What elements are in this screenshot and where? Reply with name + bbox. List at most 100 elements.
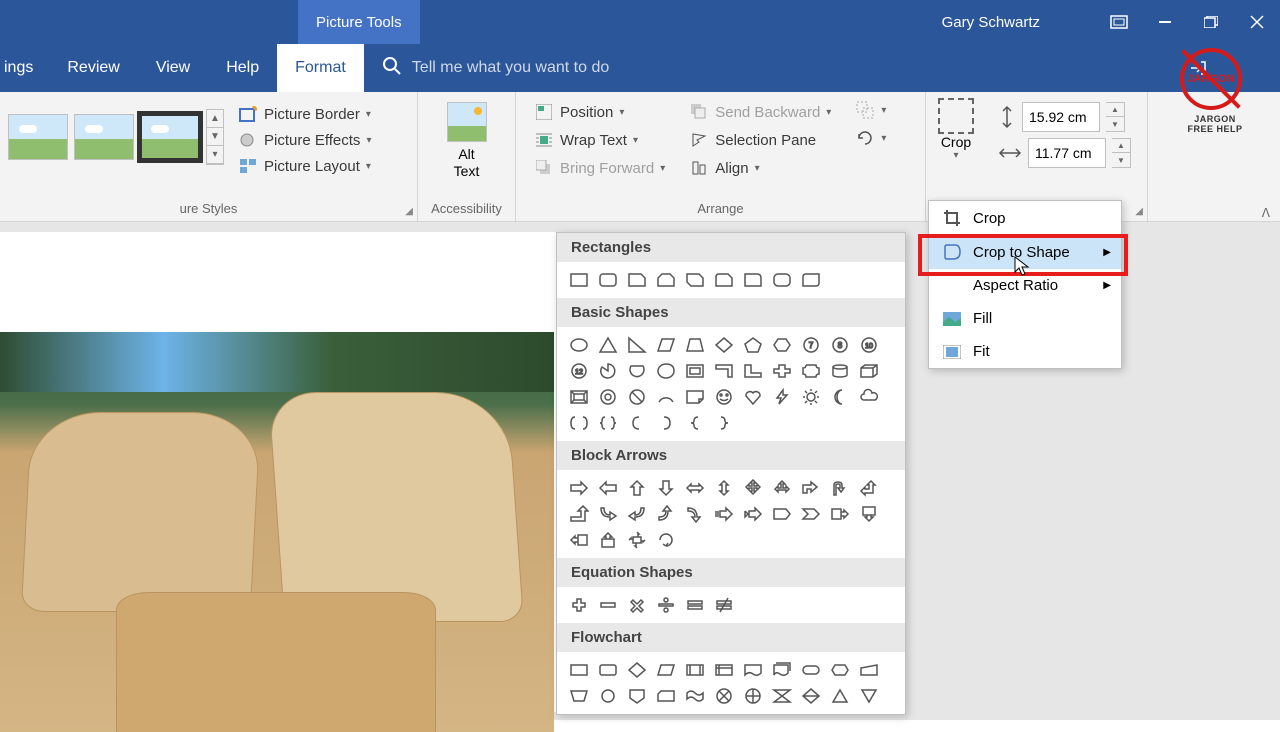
shape-teardrop[interactable] <box>652 359 679 383</box>
shape-pie[interactable] <box>594 359 621 383</box>
shape-fc-terminator[interactable] <box>797 658 824 682</box>
crop-split-button[interactable]: Crop ▾ <box>932 96 980 174</box>
shape-fc-card[interactable] <box>652 684 679 708</box>
shape-cube[interactable] <box>855 359 882 383</box>
shape-arrow-callout-right[interactable] <box>826 502 853 526</box>
selected-picture[interactable] <box>0 332 554 732</box>
width-down[interactable]: ▼ <box>1112 153 1130 167</box>
shape-arrow-callout-down[interactable] <box>855 502 882 526</box>
tab-format[interactable]: Format <box>277 44 364 92</box>
shape-arrow-right[interactable] <box>565 476 592 500</box>
shape-fc-summing[interactable] <box>710 684 737 708</box>
shape-left-brace[interactable] <box>681 411 708 435</box>
shape-oval[interactable] <box>565 333 592 357</box>
shape-l-shape[interactable] <box>739 359 766 383</box>
shape-fc-extract[interactable] <box>826 684 853 708</box>
shape-arrow-striped[interactable] <box>710 502 737 526</box>
style-thumb-3[interactable] <box>140 114 200 160</box>
align-button[interactable]: Align▾ <box>685 156 835 180</box>
shape-arrow-circular[interactable] <box>652 528 679 552</box>
shape-snip-same[interactable] <box>652 268 679 292</box>
shape-arrow-bent[interactable] <box>797 476 824 500</box>
shape-arrow-pentagon[interactable] <box>768 502 795 526</box>
shape-multiply[interactable] <box>623 593 650 617</box>
shape-hexagon[interactable] <box>768 333 795 357</box>
shape-double-brace[interactable] <box>594 411 621 435</box>
shape-arc[interactable] <box>652 385 679 409</box>
shape-arrow-leftrightup[interactable] <box>768 476 795 500</box>
shape-arrow-curved-right[interactable] <box>594 502 621 526</box>
shape-donut[interactable] <box>594 385 621 409</box>
tell-me-search[interactable]: Tell me what you want to do <box>364 44 1190 92</box>
minimize-button[interactable] <box>1142 0 1188 44</box>
tab-review[interactable]: Review <box>49 44 137 92</box>
shape-cloud[interactable] <box>855 385 882 409</box>
shape-equal[interactable] <box>681 593 708 617</box>
crop-menu-fit[interactable]: Fit <box>929 335 1121 368</box>
shape-dodecagon[interactable]: 12 <box>565 359 592 383</box>
shape-arrow-curved-left[interactable] <box>623 502 650 526</box>
shape-double-bracket[interactable] <box>565 411 592 435</box>
width-up[interactable]: ▲ <box>1112 139 1130 153</box>
style-thumb-1[interactable] <box>8 114 68 160</box>
picture-effects-button[interactable]: Picture Effects▾ <box>234 128 375 152</box>
shape-parallelogram[interactable] <box>652 333 679 357</box>
shape-cross[interactable] <box>768 359 795 383</box>
shape-arrow-callout-up[interactable] <box>594 528 621 552</box>
shape-plaque[interactable] <box>797 359 824 383</box>
style-thumb-2[interactable] <box>74 114 134 160</box>
shape-snip-round[interactable] <box>710 268 737 292</box>
shape-arrow-callout-left[interactable] <box>565 528 592 552</box>
picture-styles-gallery[interactable]: ▲▼▾ <box>6 96 226 178</box>
height-down[interactable]: ▼ <box>1106 117 1124 131</box>
shape-not-equal[interactable] <box>710 593 737 617</box>
shape-heart[interactable] <box>739 385 766 409</box>
shape-rounded-rectangle[interactable] <box>594 268 621 292</box>
shape-fc-or[interactable] <box>739 684 766 708</box>
height-input[interactable] <box>1022 102 1100 132</box>
shape-round-single[interactable] <box>739 268 766 292</box>
display-options-icon[interactable] <box>1104 15 1134 29</box>
shape-divide[interactable] <box>652 593 679 617</box>
shape-fc-offpage[interactable] <box>623 684 650 708</box>
shape-arrow-left[interactable] <box>594 476 621 500</box>
shape-fc-multidocument[interactable] <box>768 658 795 682</box>
shape-fc-document[interactable] <box>739 658 766 682</box>
shape-half-frame[interactable] <box>710 359 737 383</box>
shape-fc-manual-op[interactable] <box>565 684 592 708</box>
crop-menu-fill[interactable]: Fill <box>929 302 1121 335</box>
shape-arrow-notched[interactable] <box>739 502 766 526</box>
shape-smiley[interactable] <box>710 385 737 409</box>
shape-fc-sort[interactable] <box>797 684 824 708</box>
shape-fc-connector[interactable] <box>594 684 621 708</box>
shape-arrow-leftright[interactable] <box>681 476 708 500</box>
alt-text-button[interactable]: Alt Text <box>424 96 509 186</box>
shape-fc-process[interactable] <box>565 658 592 682</box>
position-button[interactable]: Position▾ <box>530 100 669 124</box>
picture-border-button[interactable]: Picture Border▾ <box>234 102 375 126</box>
wrap-text-button[interactable]: Wrap Text▾ <box>530 128 669 152</box>
width-input-row[interactable]: ▲▼ <box>998 138 1131 168</box>
width-input[interactable] <box>1028 138 1106 168</box>
shape-fc-punched-tape[interactable] <box>681 684 708 708</box>
shape-snip-diag[interactable] <box>681 268 708 292</box>
collapse-ribbon-button[interactable]: ᐱ <box>1262 206 1270 220</box>
crop-menu-crop[interactable]: Crop <box>929 201 1121 235</box>
shape-chord[interactable] <box>623 359 650 383</box>
gallery-more[interactable]: ▲▼▾ <box>206 109 224 165</box>
shape-right-bracket[interactable] <box>652 411 679 435</box>
tab-help[interactable]: Help <box>208 44 277 92</box>
shape-moon[interactable] <box>826 385 853 409</box>
shape-fc-merge[interactable] <box>855 684 882 708</box>
shape-triangle[interactable] <box>594 333 621 357</box>
shape-diamond[interactable] <box>710 333 737 357</box>
shape-fc-preparation[interactable] <box>826 658 853 682</box>
height-up[interactable]: ▲ <box>1106 103 1124 117</box>
shape-fc-alt-process[interactable] <box>594 658 621 682</box>
shape-fc-decision[interactable] <box>623 658 650 682</box>
rotate-button[interactable]: ▾ <box>851 126 890 150</box>
shape-arrow-up[interactable] <box>623 476 650 500</box>
height-input-row[interactable]: ▲▼ <box>998 102 1131 132</box>
shape-fc-collate[interactable] <box>768 684 795 708</box>
shape-rectangle[interactable] <box>565 268 592 292</box>
